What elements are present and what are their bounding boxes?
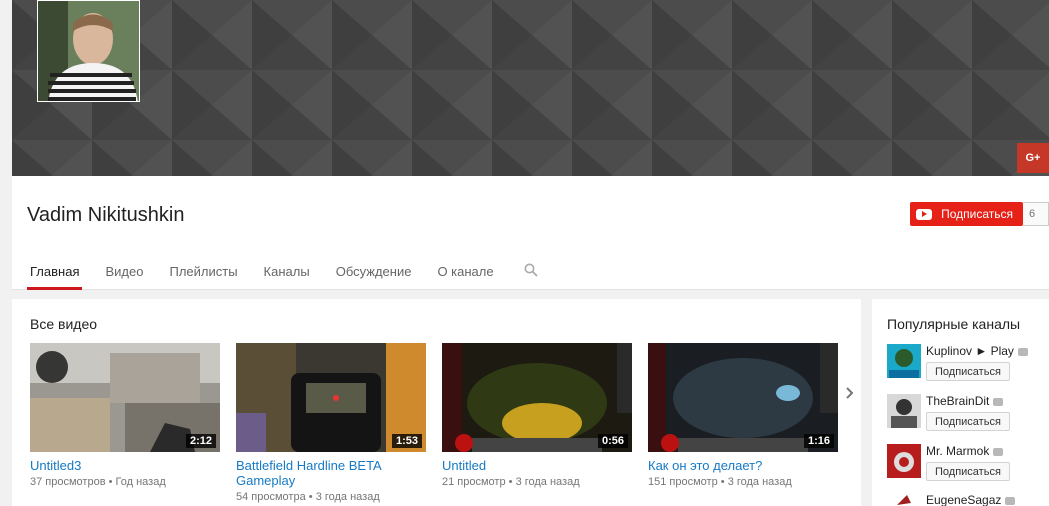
video-age: 3 года назад <box>727 476 792 488</box>
subscriber-count: 6 <box>1023 202 1049 226</box>
search-icon[interactable] <box>521 255 541 290</box>
channel-name-label: TheBrainDit <box>926 394 990 408</box>
video-thumbnail[interactable]: 0:56 <box>442 343 632 452</box>
sidebar-channel-item: EugeneSagaz <box>887 493 1049 506</box>
video-duration: 0:56 <box>597 434 628 448</box>
video-thumbnail[interactable]: 1:53 <box>236 343 426 452</box>
video-title[interactable]: Battlefield Hardline BETA Gameplay <box>236 458 426 488</box>
channel-name-label: EugeneSagaz <box>926 493 1002 506</box>
video-views: 151 просмотр <box>648 476 718 488</box>
tab-channels[interactable]: Каналы <box>261 255 313 290</box>
video-item[interactable]: 2:12 Untitled3 37 просмотров • Год назад <box>30 343 220 503</box>
video-thumbnail[interactable]: 2:12 <box>30 343 220 452</box>
video-shelf: 2:12 Untitled3 37 просмотров • Год назад <box>30 343 854 503</box>
channel-banner: G+ <box>12 0 1049 176</box>
channel-avatar[interactable] <box>887 394 921 428</box>
channel-title: Vadim Nikitushkin <box>27 204 185 226</box>
video-meta: 37 просмотров • Год назад <box>30 476 220 488</box>
channel-name[interactable]: Mr. Marmok <box>926 444 1004 458</box>
video-title[interactable]: Как он это делает? <box>648 458 838 473</box>
subscribe-button[interactable]: Подписаться <box>926 412 1010 431</box>
verified-icon <box>1005 496 1016 505</box>
tab-playlists[interactable]: Плейлисты <box>166 255 240 290</box>
meta-separator: • <box>308 491 316 503</box>
channel-name[interactable]: Kuplinov ► Play <box>926 344 1028 358</box>
tab-discussion[interactable]: Обсуждение <box>333 255 415 290</box>
video-thumbnail[interactable]: 1:16 <box>648 343 838 452</box>
popular-channels-sidebar: Популярные каналы Kuplinov ► Play Подпис… <box>872 299 1049 506</box>
channel-tabs: Главная Видео Плейлисты Каналы Обсуждени… <box>27 255 561 290</box>
tab-videos[interactable]: Видео <box>102 255 146 290</box>
main-panel: Все видео 2:12 Untitled3 37 просмотров • <box>12 299 861 506</box>
video-item[interactable]: 1:16 Как он это делает? 151 просмотр • 3… <box>648 343 838 503</box>
video-item[interactable]: 1:53 Battlefield Hardline BETA Gameplay … <box>236 343 426 503</box>
sidebar-channel-item: TheBrainDit Подписаться <box>887 394 1049 434</box>
avatar-image <box>38 1 139 101</box>
subscribe-button[interactable]: Подписаться <box>926 462 1010 481</box>
verified-icon <box>993 447 1004 456</box>
sidebar-title: Популярные каналы <box>887 316 1021 332</box>
video-title[interactable]: Untitled3 <box>30 458 220 473</box>
meta-separator: • <box>720 476 728 488</box>
video-views: 37 просмотров <box>30 476 106 488</box>
channel-name-label: Kuplinov ► Play <box>926 344 1014 358</box>
meta-separator: • <box>108 476 116 488</box>
channel-avatar[interactable] <box>887 493 921 506</box>
video-item[interactable]: 0:56 Untitled 21 просмотр • 3 года назад <box>442 343 632 503</box>
banner-pattern <box>12 0 1049 176</box>
video-meta: 54 просмотра • 3 года назад <box>236 491 426 503</box>
channel-avatar[interactable] <box>887 344 921 378</box>
meta-separator: • <box>508 476 516 488</box>
video-age: 3 года назад <box>315 491 380 503</box>
verified-icon <box>1017 347 1028 356</box>
channel-avatar[interactable] <box>887 444 921 478</box>
subscribe-label: Подписаться <box>941 207 1013 221</box>
video-meta: 151 просмотр • 3 года назад <box>648 476 838 488</box>
video-duration: 2:12 <box>185 434 216 448</box>
channel-header: Vadim Nikitushkin Подписаться 6 Главная … <box>12 176 1049 290</box>
channel-avatar[interactable] <box>37 0 140 102</box>
google-plus-icon[interactable]: G+ <box>1017 143 1049 173</box>
youtube-play-icon <box>916 208 933 220</box>
sidebar-channel-item: Kuplinov ► Play Подписаться <box>887 344 1049 384</box>
subscribe-button[interactable]: Подписаться <box>926 362 1010 381</box>
channel-name[interactable]: EugeneSagaz <box>926 493 1016 506</box>
chevron-right-icon[interactable] <box>846 386 854 402</box>
channel-name-label: Mr. Marmok <box>926 444 990 458</box>
video-age: 3 года назад <box>515 476 580 488</box>
video-age: Год назад <box>115 476 166 488</box>
tab-home[interactable]: Главная <box>27 255 83 290</box>
video-duration: 1:53 <box>391 434 422 448</box>
channel-name[interactable]: TheBrainDit <box>926 394 1004 408</box>
video-views: 21 просмотр <box>442 476 506 488</box>
section-title: Все видео <box>30 316 98 332</box>
subscribe-button[interactable]: Подписаться <box>910 202 1023 226</box>
video-title[interactable]: Untitled <box>442 458 632 473</box>
video-duration: 1:16 <box>803 434 834 448</box>
tab-about[interactable]: О канале <box>434 255 496 290</box>
verified-icon <box>993 397 1004 406</box>
video-meta: 21 просмотр • 3 года назад <box>442 476 632 488</box>
video-views: 54 просмотра <box>236 491 306 503</box>
sidebar-channel-item: Mr. Marmok Подписаться <box>887 444 1049 484</box>
